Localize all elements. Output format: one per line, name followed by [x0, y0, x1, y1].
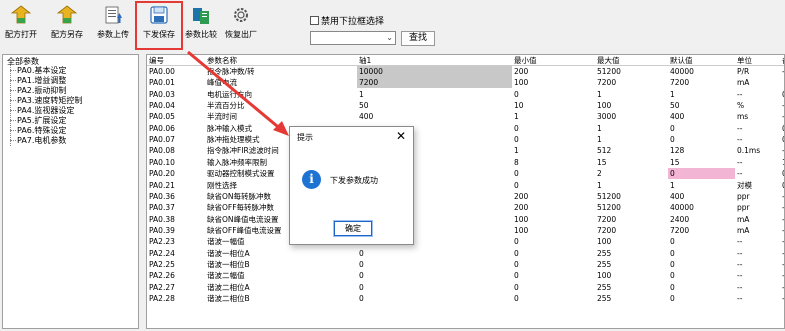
dialog-body: i 下发参数成功 确定: [290, 147, 413, 244]
dialog-message: 下发参数成功: [330, 176, 378, 185]
info-dialog: 提示 ✕ i 下发参数成功 确定: [289, 126, 414, 245]
close-icon[interactable]: ✕: [396, 129, 406, 143]
info-icon: i: [302, 170, 321, 189]
ok-button[interactable]: 确定: [333, 220, 373, 237]
dialog-title: 提示: [297, 133, 313, 142]
